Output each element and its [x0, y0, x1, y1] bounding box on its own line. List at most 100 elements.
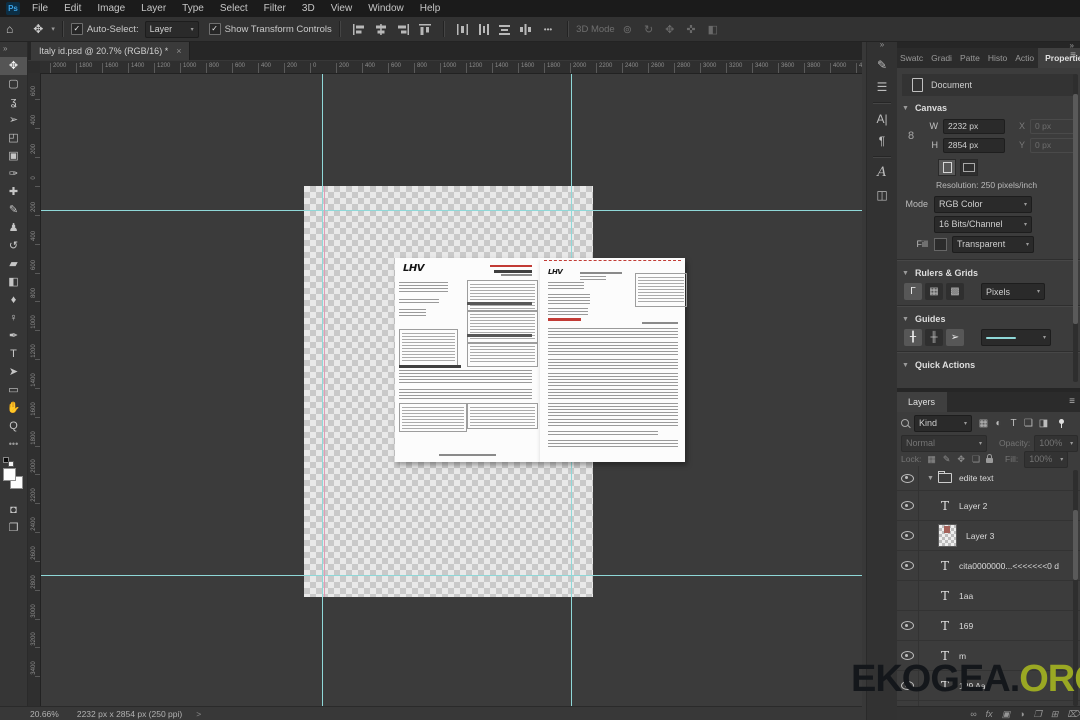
layer-row-6[interactable]: T 169	[896, 611, 1080, 641]
object-selection-tool[interactable]: ➢	[0, 111, 27, 129]
layer-name[interactable]: cita0000000...<<<<<<<0 d	[959, 561, 1059, 571]
adjustment-layer-icon[interactable]: ◑	[1019, 709, 1024, 719]
height-field[interactable]: 2854 px	[943, 137, 1005, 153]
layer-row-2[interactable]: T Layer 2	[896, 491, 1080, 521]
document-tab[interactable]: Italy id.psd @ 20.7% (RGB/16) * ×	[31, 41, 191, 60]
distribute-4-icon[interactable]	[519, 23, 532, 36]
tab-histo[interactable]: Histo	[984, 48, 1011, 68]
move-tool[interactable]: ✥	[0, 57, 27, 75]
healing-brush-tool[interactable]: ✚	[0, 183, 27, 201]
crop-tool[interactable]: ◰	[0, 129, 27, 147]
visibility-cell[interactable]	[896, 491, 919, 520]
document-page-letter[interactable]: LHV	[540, 258, 687, 462]
smart-guides-icon[interactable]: ╫	[925, 329, 943, 346]
fill-dropdown[interactable]: Transparent ▾	[952, 235, 1034, 253]
collapse-toolbar-icon[interactable]: »	[0, 41, 27, 57]
menu-window[interactable]: Window	[360, 3, 412, 14]
portrait-orientation-button[interactable]	[938, 159, 956, 176]
ruler-origin-icon[interactable]: Γ	[904, 283, 922, 300]
layer-thumbnail[interactable]	[938, 524, 957, 547]
document-page-statement[interactable]: LHV	[395, 258, 540, 462]
menu-image[interactable]: Image	[89, 3, 133, 14]
layer-name[interactable]: Layer 3	[966, 531, 994, 541]
clone-stamp-tool[interactable]: ♟	[0, 219, 27, 237]
distribute-2-icon[interactable]	[477, 23, 490, 36]
pen-tool[interactable]: ✒	[0, 327, 27, 345]
layer-name[interactable]: 169	[959, 621, 973, 631]
rectangle-tool[interactable]: ▭	[0, 381, 27, 399]
horizontal-ruler[interactable]: 2000 1800 1600 1400 1200 1000 800 600 400 200 0 200…	[40, 61, 862, 74]
new-group-icon[interactable]: ❒	[1034, 709, 1042, 720]
home-icon[interactable]: ⌂	[6, 22, 13, 36]
delete-layer-icon[interactable]: ⌦	[1067, 709, 1080, 720]
vertical-ruler[interactable]: 600 400 200 0 200 400 600 800 1000 1200 1400 1600 18…	[28, 73, 41, 706]
layers-tab[interactable]: Layers	[896, 392, 948, 412]
visibility-cell[interactable]	[896, 521, 919, 550]
layer-row-3[interactable]: Layer 3	[896, 521, 1080, 551]
menu-3d[interactable]: 3D	[294, 3, 323, 14]
auto-select-dropdown[interactable]: Layer ▾	[144, 20, 199, 38]
guides-section-header[interactable]: ▼ Guides	[896, 309, 1080, 327]
tool-preset-caret-icon[interactable]: ▾	[51, 25, 55, 33]
guide-style-dropdown[interactable]: ▾	[981, 329, 1051, 346]
filter-kind-dropdown[interactable]: Kind ▾	[914, 414, 972, 432]
layer-effects-icon[interactable]: fx	[986, 709, 993, 719]
guide-vertical-pink[interactable]	[324, 186, 325, 597]
menu-view[interactable]: View	[323, 3, 361, 14]
filter-adjustment-layers-icon[interactable]: ◐	[991, 418, 1006, 429]
tab-swatc[interactable]: Swatc	[896, 48, 927, 68]
lasso-tool[interactable]: ʓ	[0, 93, 27, 111]
blur-tool[interactable]: ♦	[0, 291, 27, 309]
align-top-icon[interactable]	[418, 23, 432, 36]
landscape-orientation-button[interactable]	[960, 159, 978, 176]
pixel-grid-icon[interactable]: ▩	[946, 283, 964, 300]
gradient-tool[interactable]: ◧	[0, 273, 27, 291]
eye-icon[interactable]	[900, 473, 914, 483]
screen-mode-icon[interactable]: ❐	[0, 519, 27, 537]
zoom-tool[interactable]: Q	[0, 417, 27, 435]
zoom-level-field[interactable]: 20.66%	[30, 709, 59, 719]
menu-layer[interactable]: Layer	[133, 3, 174, 14]
layer-name[interactable]: 1aa	[959, 591, 973, 601]
layer-row-4[interactable]: Tcita0000000...<<<<<<<0 d	[896, 551, 1080, 581]
active-tool-icon[interactable]: ✥	[33, 22, 43, 36]
eye-icon[interactable]	[900, 621, 914, 630]
menu-select[interactable]: Select	[212, 3, 256, 14]
new-layer-icon[interactable]: ⊞	[1051, 709, 1059, 720]
properties-panel-menu-icon[interactable]: ≡	[1070, 50, 1076, 61]
lock-option-icon-1[interactable]: ▦	[927, 454, 936, 465]
tool-presets-icon[interactable]: ☰	[867, 76, 897, 98]
more-options-icon[interactable]: •••	[544, 25, 552, 34]
photoshop-logo-icon[interactable]: Ps	[6, 2, 20, 15]
tab-actio[interactable]: Actio	[1011, 48, 1038, 68]
ruler-units-dropdown[interactable]: Pixels ▾	[981, 283, 1045, 300]
guide-horizontal-2[interactable]	[40, 575, 862, 576]
eye-icon[interactable]	[900, 501, 914, 510]
switch-colors-icon[interactable]	[8, 461, 14, 467]
brush-settings-icon[interactable]: ✎	[867, 54, 897, 76]
lock-option-icon-2[interactable]: ✎	[943, 454, 951, 465]
fill-color-swatch[interactable]	[934, 237, 947, 251]
foreground-color-swatch[interactable]	[3, 468, 16, 481]
properties-scrollbar[interactable]	[1073, 74, 1078, 382]
visibility-cell[interactable]	[896, 551, 919, 580]
show-transform-checkbox[interactable]: ✓	[208, 23, 221, 35]
guide-horizontal-1[interactable]	[40, 210, 862, 211]
frame-tool[interactable]: ▣	[0, 147, 27, 165]
color-mode-dropdown[interactable]: RGB Color ▾	[934, 195, 1032, 213]
tab-gradi[interactable]: Gradi	[927, 48, 956, 68]
layer-mask-icon[interactable]: ▣	[1002, 709, 1011, 720]
bit-depth-dropdown[interactable]: 16 Bits/Channel ▾	[934, 215, 1032, 233]
layer-row-5[interactable]: T 1aa	[896, 581, 1080, 611]
lock-option-icon-4[interactable]: ❏	[972, 454, 980, 465]
layer-name[interactable]: Layer 2	[959, 501, 987, 511]
paragraph-panel-icon[interactable]: ¶	[867, 130, 897, 152]
distribute-3-icon[interactable]	[498, 23, 511, 36]
glyphs-panel-icon[interactable]: A	[867, 162, 897, 184]
eye-icon[interactable]	[900, 531, 914, 540]
dodge-tool[interactable]: ♀	[0, 309, 27, 327]
width-field[interactable]: 2232 px	[943, 118, 1005, 134]
align-left-icon[interactable]	[352, 23, 366, 36]
link-layers-icon[interactable]: ∞	[970, 709, 976, 719]
path-selection-tool[interactable]: ➤	[0, 363, 27, 381]
